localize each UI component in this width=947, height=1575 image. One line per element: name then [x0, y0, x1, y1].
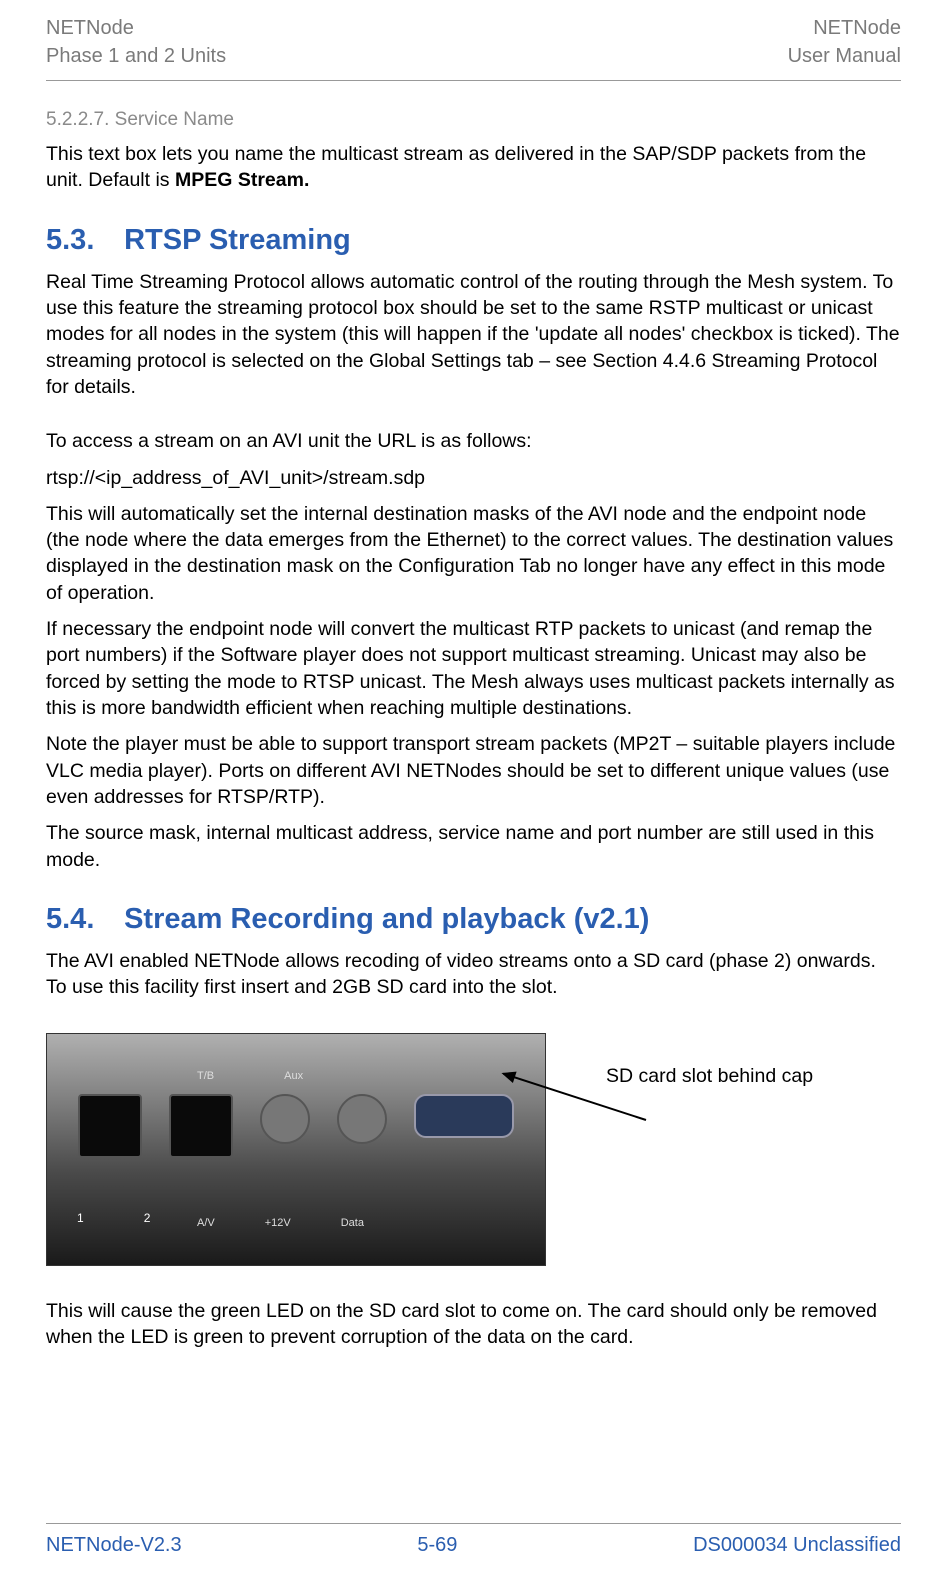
callout-block: SD card slot behind cap [606, 1063, 813, 1121]
port-numbers: 1 2 [77, 1211, 150, 1225]
rtsp-p7: The source mask, internal multicast addr… [46, 820, 901, 873]
rtsp-p2: To access a stream on an AVI unit the UR… [46, 428, 901, 454]
aux-port [337, 1094, 387, 1144]
header-product: NETNode [46, 17, 134, 39]
header-subtitle: Phase 1 and 2 Units [46, 45, 226, 67]
heading-stream-recording: 5.4. Stream Recording and playback (v2.1… [46, 903, 901, 936]
header-left: NETNode Phase 1 and 2 Units [46, 14, 226, 70]
figure-block: T/B Aux 1 2 A/V +12V Data SD card slot b… [46, 1033, 901, 1266]
rtsp-url: rtsp://<ip_address_of_AVI_unit>/stream.s… [46, 465, 901, 491]
footer-version: NETNode-V2.3 [46, 1534, 182, 1557]
footer-doc-id: DS000034 Unclassified [693, 1534, 901, 1557]
port-labels-top: T/B Aux [197, 1070, 515, 1082]
recording-p2: This will cause the green LED on the SD … [46, 1298, 901, 1351]
rtsp-p6: Note the player must be able to support … [46, 731, 901, 810]
recording-p1: The AVI enabled NETNode allows recoding … [46, 948, 901, 1001]
heading-title: RTSP Streaming [124, 224, 351, 256]
ethernet-port-1 [78, 1094, 142, 1158]
heading-title: Stream Recording and playback (v2.1) [124, 903, 649, 935]
heading-number: 5.4. [46, 903, 116, 936]
heading-title: Service Name [115, 109, 234, 130]
callout-label: SD card slot behind cap [606, 1063, 813, 1089]
port-labels-bottom: A/V +12V Data [197, 1217, 515, 1229]
heading-rtsp: 5.3. RTSP Streaming [46, 224, 901, 257]
footer-page-number: 5-69 [417, 1534, 457, 1557]
page-header: NETNode Phase 1 and 2 Units NETNode User… [46, 14, 901, 81]
header-product-r: NETNode [813, 17, 901, 39]
ethernet-port-2 [169, 1094, 233, 1158]
default-value: MPEG Stream. [175, 169, 309, 191]
service-name-body: This text box lets you name the multicas… [46, 141, 901, 194]
heading-number: 5.2.2.7. [46, 109, 109, 130]
heading-number: 5.3. [46, 224, 116, 257]
page-footer: NETNode-V2.3 5-69 DS000034 Unclassified [46, 1523, 901, 1557]
header-right: NETNode User Manual [788, 14, 901, 70]
device-photo: T/B Aux 1 2 A/V +12V Data [46, 1033, 546, 1266]
rtsp-p4: This will automatically set the internal… [46, 501, 901, 606]
port-row [47, 1094, 545, 1158]
rtsp-p1: Real Time Streaming Protocol allows auto… [46, 269, 901, 401]
tb-port [260, 1094, 310, 1144]
vga-port [414, 1094, 514, 1138]
heading-service-name: 5.2.2.7. Service Name [46, 109, 901, 131]
rtsp-p5: If necessary the endpoint node will conv… [46, 616, 901, 721]
header-doc-type: User Manual [788, 45, 901, 67]
